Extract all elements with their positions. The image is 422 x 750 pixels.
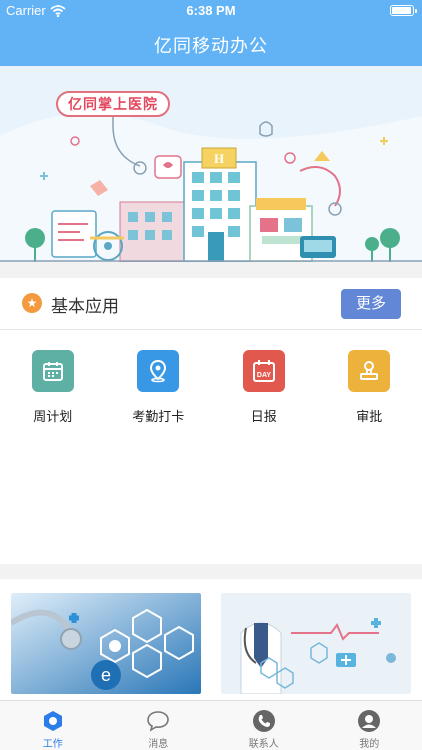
basic-apps-header: ★ 基本应用 更多 xyxy=(0,278,422,330)
star-icon: ★ xyxy=(22,293,42,313)
tab-label: 联系人 xyxy=(248,739,279,750)
battery-icon xyxy=(390,5,417,16)
app-attendance[interactable]: 考勤打卡 xyxy=(106,350,212,425)
tab-work[interactable]: 工作 xyxy=(0,701,106,750)
app-daily-report[interactable]: DAY 日报 xyxy=(211,350,317,425)
hospital-sign-letter: H xyxy=(214,151,224,166)
calendar-day-icon: DAY xyxy=(242,350,285,392)
app-label: 审批 xyxy=(356,409,383,424)
page-title: 亿同移动办公 xyxy=(154,36,268,56)
app-grid: 周计划 考勤打卡 DAY 日报 审批 xyxy=(0,350,422,425)
profile-icon xyxy=(356,708,382,733)
app-label: 日报 xyxy=(250,409,277,424)
tab-label: 我的 xyxy=(359,739,380,750)
banner-illustration[interactable]: H 亿同掌上医院 xyxy=(0,66,422,262)
tab-profile[interactable]: 我的 xyxy=(317,701,422,750)
work-icon xyxy=(40,708,66,733)
basic-apps-title: 基本应用 xyxy=(51,297,119,316)
banner-sign: 亿同掌上医院 xyxy=(56,91,170,117)
article-image-doctor[interactable] xyxy=(221,593,411,694)
location-pin-icon xyxy=(137,350,180,392)
app-weekly-plan[interactable]: 周计划 xyxy=(0,350,106,425)
message-bubble-icon xyxy=(145,708,171,733)
article-list: e xyxy=(0,579,422,700)
app-approval[interactable]: 审批 xyxy=(317,350,422,425)
calendar-day-text: DAY xyxy=(257,372,271,379)
tab-messages[interactable]: 消息 xyxy=(106,701,212,750)
app-label: 周计划 xyxy=(33,409,73,424)
basic-apps-card: ★ 基本应用 更多 周计划 考勤打卡 DAY 日报 审批 xyxy=(0,278,422,564)
e-letter-icon: e xyxy=(101,665,111,685)
weekly-plan-icon xyxy=(31,350,74,392)
tab-contacts[interactable]: 联系人 xyxy=(211,701,317,750)
approval-stamp-icon xyxy=(348,350,391,392)
tab-label: 工作 xyxy=(42,739,63,750)
status-time: 6:38 PM xyxy=(186,3,236,18)
phone-icon xyxy=(251,708,277,733)
tab-bar: 工作 消息 联系人 我的 xyxy=(0,700,422,750)
app-label: 考勤打卡 xyxy=(132,409,185,424)
more-button[interactable]: 更多 xyxy=(341,289,401,319)
header: Carrier 6:38 PM 亿同移动办公 xyxy=(0,0,422,66)
tab-label: 消息 xyxy=(148,739,169,750)
article-image-medical-tech[interactable]: e xyxy=(11,593,201,694)
status-bar: Carrier 6:38 PM xyxy=(0,0,422,22)
